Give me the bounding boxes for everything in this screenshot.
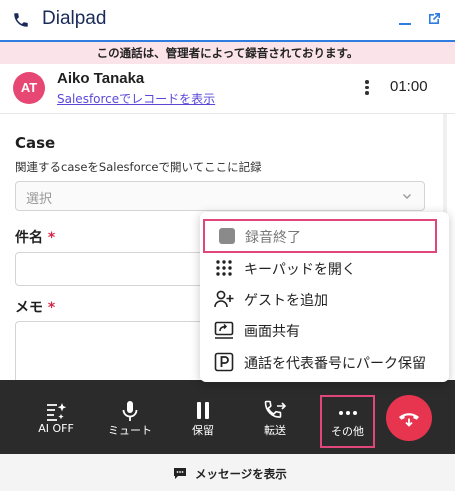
phone-icon — [14, 13, 28, 27]
message-icon — [174, 468, 186, 479]
app-title: Dialpad — [42, 8, 107, 29]
kebab-menu-icon[interactable] — [362, 78, 372, 98]
add-guest-icon — [214, 290, 234, 308]
menu-item-park[interactable]: 通話を代表番号にパーク保留 — [200, 346, 449, 378]
caller-name: Aiko Tanaka — [57, 70, 145, 87]
required-mark: * — [47, 230, 56, 246]
menu-item-add-guest[interactable]: ゲストを追加 — [200, 283, 449, 315]
subject-label-text: 件名 — [15, 230, 43, 246]
show-messages-label: メッセージを表示 — [195, 467, 287, 481]
subject-label: 件名 * — [15, 227, 55, 247]
case-label: Case — [15, 134, 56, 152]
mute-label: ミュート — [108, 424, 152, 437]
minimize-icon[interactable] — [398, 12, 412, 26]
menu-item-keypad[interactable]: キーパッドを開く — [200, 252, 449, 284]
app-header: Dialpad — [0, 0, 455, 42]
mute-button[interactable]: ミュート — [101, 380, 159, 454]
case-description: 関連するcaseをSalesforceで開いてここに記録 — [15, 160, 262, 174]
menu-item-label: 録音終了 — [245, 230, 301, 246]
menu-item-label: キーパッドを開く — [244, 262, 356, 278]
more-label: その他 — [331, 425, 364, 438]
transfer-label: 転送 — [264, 424, 286, 437]
salesforce-record-link[interactable]: Salesforceでレコードを表示 — [57, 90, 215, 107]
hangup-icon — [399, 413, 419, 427]
call-timer: 01:00 — [390, 78, 428, 95]
ai-sparkle-icon — [47, 403, 67, 421]
transfer-phone-icon — [264, 400, 287, 418]
hangup-button[interactable] — [386, 395, 432, 441]
park-icon — [214, 352, 234, 372]
call-toolbar: AI OFF ミュート 保留 転送 その他 — [0, 380, 455, 454]
keypad-icon — [216, 260, 232, 276]
ai-off-label: AI OFF — [38, 422, 74, 435]
menu-item-screen-share[interactable]: 画面共有 — [200, 314, 449, 346]
more-options-menu: 録音終了 キーパッドを開く ゲストを追加 画面共有 通話を代表番号にパーク保留 — [200, 212, 449, 382]
hold-button[interactable]: 保留 — [174, 380, 232, 454]
menu-item-stop-recording[interactable]: 録音終了 — [203, 219, 437, 253]
footer-bar[interactable]: メッセージを表示 — [0, 454, 455, 491]
popout-icon[interactable] — [426, 11, 442, 27]
menu-item-label: ゲストを追加 — [244, 293, 328, 309]
hold-label: 保留 — [192, 424, 214, 437]
stop-recording-icon — [219, 228, 235, 244]
chevron-down-icon — [403, 194, 411, 199]
caller-row: AT Aiko Tanaka Salesforceでレコードを表示 01:00 — [0, 64, 455, 114]
avatar: AT — [13, 72, 45, 104]
memo-label: メモ * — [15, 297, 55, 317]
more-button[interactable]: その他 — [320, 395, 375, 448]
transfer-button[interactable]: 転送 — [246, 380, 304, 454]
menu-item-label: 通話を代表番号にパーク保留 — [244, 356, 426, 372]
menu-item-label: 画面共有 — [244, 324, 300, 340]
ai-off-button[interactable]: AI OFF — [27, 380, 85, 454]
microphone-icon — [122, 401, 138, 421]
case-select-placeholder: 選択 — [26, 192, 53, 207]
case-select[interactable]: 選択 — [15, 181, 425, 211]
memo-label-text: メモ — [15, 300, 43, 316]
required-mark: * — [47, 300, 56, 316]
recording-banner: この通話は、管理者によって録音されております。 — [0, 42, 455, 64]
pause-icon — [197, 402, 209, 419]
screen-share-icon — [214, 321, 234, 339]
more-dots-icon — [339, 411, 357, 415]
